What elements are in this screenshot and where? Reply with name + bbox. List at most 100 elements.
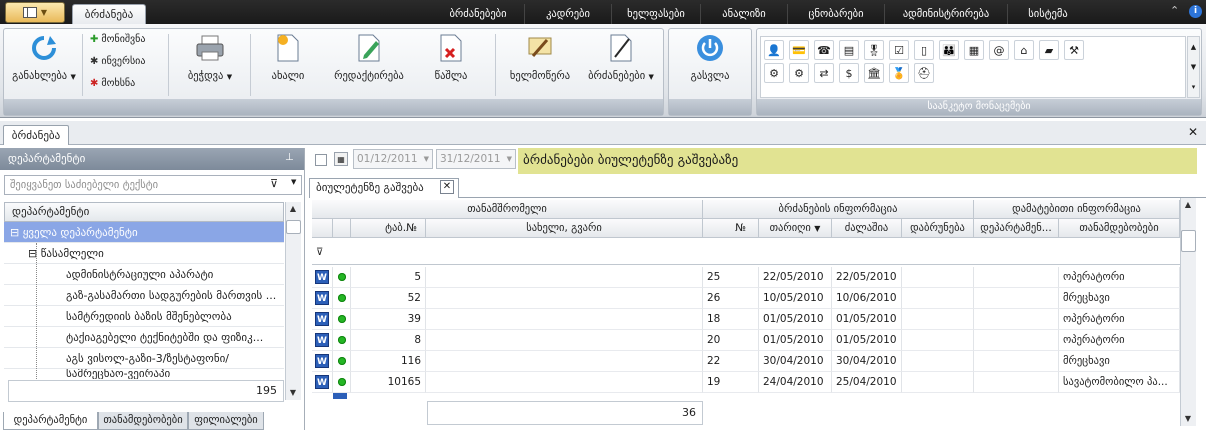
scroll-up-icon[interactable]: ▲ — [1181, 198, 1195, 212]
tab-branches[interactable]: ფილიალები — [188, 412, 264, 430]
card-icon[interactable]: 💳 — [789, 40, 809, 60]
chevron-down-icon[interactable]: ▼ — [507, 150, 512, 168]
award-icon[interactable]: 🎖 — [864, 40, 884, 60]
person-icon[interactable]: 👤 — [764, 40, 784, 60]
word-document-icon[interactable]: W — [312, 309, 333, 330]
tab-system[interactable]: სისტემა — [1008, 4, 1088, 24]
tab-analysis[interactable]: ანალიზი — [701, 4, 787, 24]
tab-salaries[interactable]: ხელფასები — [612, 4, 700, 24]
tree-item[interactable]: სამტრედიის ბაზის მშენებლობა — [4, 306, 284, 327]
refresh-button[interactable]: განახლება ▼ — [8, 32, 80, 82]
gallery-scroll[interactable]: ▲ ▼ ▾ — [1187, 36, 1200, 98]
grid-scrollbar[interactable]: ▲ ▼ — [1180, 198, 1196, 426]
mark-button[interactable]: ✚ მონიშვნა — [90, 34, 145, 45]
delete-label: წაშლა — [434, 70, 468, 82]
document-tab-order[interactable]: ბრძანება — [3, 125, 69, 145]
column-header-number[interactable]: № — [703, 219, 759, 238]
tree-item[interactable]: ტაქიაგებელი ტექნიტებში და ფიზიკ... — [4, 327, 284, 348]
delete-button[interactable]: წაშლა — [418, 32, 484, 82]
invert-button[interactable]: ✱ ინვერსია — [90, 56, 145, 67]
tree-scrollbar[interactable]: ▲ ▼ — [285, 202, 301, 400]
column-header-position[interactable]: თანამდებობები — [1059, 219, 1180, 238]
column-header-name[interactable]: სახელი, გვარი — [426, 219, 703, 238]
tab-bulletin[interactable]: ბიულეტენზე გაშვება — [309, 178, 459, 198]
pin-icon[interactable]: ⊥ — [285, 152, 294, 163]
filter-icon[interactable]: ⊽ — [316, 247, 323, 258]
tree-column-header[interactable]: დეპარტამენტი — [4, 202, 284, 222]
scroll-down-icon[interactable]: ▼ — [1181, 412, 1195, 426]
collapse-icon[interactable]: ⊟ — [10, 226, 19, 239]
settings-icon[interactable]: ⚙ — [764, 63, 784, 83]
vehicle-icon[interactable]: ▰ — [1039, 40, 1059, 60]
tab-positions[interactable]: თანამდებობები — [98, 412, 188, 430]
tree-item-all[interactable]: ⊟ ყველა დეპარტამენტი — [4, 222, 284, 243]
department-search-input[interactable]: შეიყვანეთ საძიებელი ტექსტი — [4, 175, 302, 195]
transfer-icon[interactable]: ⇄ — [814, 63, 834, 83]
scroll-down-icon[interactable]: ▼ — [286, 386, 300, 400]
tree-item[interactable]: გაზ-გასამართი სადგურების მართვის ... — [4, 285, 284, 306]
page-icon[interactable]: ▯ — [914, 40, 934, 60]
filter-icon[interactable]: ⊽ — [270, 177, 278, 190]
filter-checkbox[interactable] — [315, 154, 327, 166]
tree-item[interactable]: ადმინისტრაციული აპარატი — [4, 264, 284, 285]
tab-departments[interactable]: დეპარტამენტი — [3, 412, 98, 430]
word-document-icon[interactable]: W — [312, 372, 333, 393]
orders-button[interactable]: ბრძანებები ▼ — [582, 32, 660, 82]
tree-item[interactable]: ⊟ წასამლელი — [4, 243, 284, 264]
close-tab-icon[interactable]: ✕ — [440, 180, 454, 194]
edit-button[interactable]: რედაქტირება — [330, 32, 408, 82]
column-header-return[interactable]: დაბრუნება — [902, 219, 974, 238]
date-to-input[interactable]: 31/12/2011 ▼ — [436, 149, 516, 169]
tab-order[interactable]: ბრძანება — [72, 4, 146, 25]
grid-filter-row[interactable]: ⊽ — [312, 243, 1180, 265]
print-button[interactable]: ბეჭდვა ▼ — [176, 32, 244, 82]
remove-button[interactable]: ✱ მოხსნა — [90, 78, 135, 89]
helmet-icon[interactable]: ⛑ — [914, 63, 934, 83]
word-document-icon[interactable] — [333, 393, 347, 399]
close-icon[interactable]: ✕ — [1188, 125, 1198, 139]
id-card-icon[interactable]: ▦ — [964, 40, 984, 60]
email-icon[interactable]: @ — [989, 40, 1009, 60]
medal-icon[interactable]: 🏅 — [889, 63, 909, 83]
date-from-input[interactable]: 01/12/2011 ▼ — [353, 149, 433, 169]
scroll-up-icon[interactable]: ▲ — [286, 202, 300, 216]
column-header-date[interactable]: თარიღი ▼ — [759, 219, 832, 238]
config-icon[interactable]: ⚙ — [789, 63, 809, 83]
chevron-down-icon[interactable]: ▼ — [424, 150, 429, 168]
new-button[interactable]: ახალი — [258, 32, 318, 82]
money-icon[interactable]: $ — [839, 63, 859, 83]
scroll-thumb[interactable] — [286, 220, 301, 234]
exit-label: გასვლა — [690, 70, 730, 82]
tree-item[interactable]: სამრეცხაო-ვეირაპი — [4, 369, 284, 379]
tab-orders[interactable]: ბრძანებები — [432, 4, 524, 24]
scroll-thumb[interactable] — [1181, 230, 1196, 252]
word-document-icon[interactable]: W — [312, 267, 333, 288]
phone-icon[interactable]: ☎ — [814, 40, 834, 60]
info-icon[interactable]: i — [1189, 5, 1202, 18]
family-icon[interactable]: 👪 — [939, 40, 959, 60]
column-header-tab-number[interactable]: ტაბ.№ — [351, 219, 426, 238]
calendar-icon[interactable]: ▦ — [334, 152, 348, 166]
document-icon[interactable]: ▤ — [839, 40, 859, 60]
word-document-icon[interactable]: W — [312, 351, 333, 372]
column-header-valid[interactable]: ძალაშია — [832, 219, 902, 238]
tools-icon[interactable]: ⚒ — [1064, 40, 1084, 60]
tree-item[interactable]: აგს ვისოლ-გაზი-3/ზესტაფონი/ — [4, 348, 284, 369]
word-document-icon[interactable]: W — [312, 288, 333, 309]
chevron-down-icon[interactable]: ▼ — [291, 178, 296, 186]
exit-button[interactable]: გასვლა — [672, 32, 748, 82]
cell-name — [426, 309, 703, 330]
checklist-icon[interactable]: ☑ — [889, 40, 909, 60]
tab-personnel[interactable]: კადრები — [525, 4, 611, 24]
column-header-department[interactable]: დეპარტამენ... — [974, 219, 1059, 238]
tree-item-label: ადმინისტრაციული აპარატი — [66, 268, 214, 281]
home-icon[interactable]: ⌂ — [1014, 40, 1034, 60]
sign-button[interactable]: ხელმოწერა — [502, 32, 578, 82]
application-menu-button[interactable]: ▼ — [5, 2, 65, 23]
sort-desc-icon: ▼ — [814, 224, 821, 233]
tab-references[interactable]: ცნობარები — [788, 4, 884, 24]
building-icon[interactable]: 🏛 — [864, 63, 884, 83]
word-document-icon[interactable]: W — [312, 330, 333, 351]
tab-administration[interactable]: ადმინისტრირება — [885, 4, 1007, 24]
collapse-ribbon-icon[interactable]: ⌃ — [1170, 4, 1179, 17]
